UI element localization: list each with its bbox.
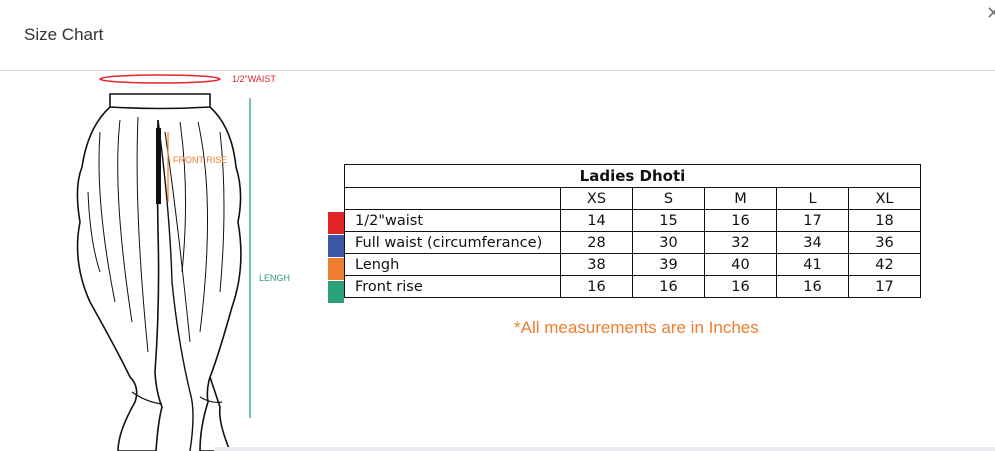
row-label: Front rise [344, 275, 561, 298]
table-row: 1/2"waist 14 15 16 17 18 [344, 209, 921, 232]
bottom-scrollbar [214, 447, 995, 451]
cell-value: 39 [632, 253, 705, 276]
cell-value: 36 [848, 231, 921, 254]
row-label: Lengh [344, 253, 561, 276]
size-header-row: XS S M L XL [344, 187, 921, 210]
length-color-marker [328, 258, 344, 280]
table-row: Lengh 38 39 40 41 42 [344, 253, 921, 276]
cell-value: 16 [632, 275, 705, 298]
cell-value: 14 [560, 209, 633, 232]
modal-title: Size Chart [24, 25, 104, 44]
cell-value: 18 [848, 209, 921, 232]
size-header: L [776, 187, 849, 210]
cell-value: 34 [776, 231, 849, 254]
cell-value: 16 [704, 275, 777, 298]
cell-value: 28 [560, 231, 633, 254]
full-waist-color-marker [328, 235, 344, 257]
waistband [109, 93, 211, 110]
front-rise-label: FRONT RISE [173, 155, 227, 165]
table-title: Ladies Dhoti [344, 164, 921, 188]
size-header: S [632, 187, 705, 210]
size-header: XL [848, 187, 921, 210]
left-leg [76, 106, 163, 451]
cell-value: 40 [704, 253, 777, 276]
table-row: Full waist (circumferance) 28 30 32 34 3… [344, 231, 921, 254]
row-label: 1/2"waist [344, 209, 561, 232]
cell-value: 16 [560, 275, 633, 298]
row-label: Full waist (circumferance) [344, 231, 561, 254]
cell-value: 38 [560, 253, 633, 276]
cell-value: 17 [848, 275, 921, 298]
modal-header: Size Chart ✕ [0, 0, 995, 71]
close-icon[interactable]: ✕ [986, 4, 995, 22]
size-header: M [704, 187, 777, 210]
length-label: LENGH [259, 273, 290, 283]
size-table: Ladies Dhoti XS S M L XL 1/2"waist 14 15… [344, 164, 921, 298]
header-blank-cell [344, 187, 561, 210]
cell-value: 30 [632, 231, 705, 254]
cell-value: 42 [848, 253, 921, 276]
table-row: Front rise 16 16 16 16 17 [344, 275, 921, 298]
front-rise-seam [156, 128, 161, 204]
size-header: XS [560, 187, 633, 210]
cell-value: 16 [704, 209, 777, 232]
cell-value: 16 [776, 275, 849, 298]
cell-value: 41 [776, 253, 849, 276]
dhoti-illustration: 1/2"WAIST FRONT RISE LENGH [76, 74, 290, 451]
cell-value: 32 [704, 231, 777, 254]
measurement-note: *All measurements are in Inches [514, 318, 759, 337]
front-rise-color-marker [328, 281, 344, 303]
waist-color-marker [328, 212, 344, 234]
table-title-row: Ladies Dhoti [344, 164, 921, 188]
waist-label: 1/2"WAIST [232, 74, 276, 84]
cell-value: 15 [632, 209, 705, 232]
cell-value: 17 [776, 209, 849, 232]
waist-indicator [99, 74, 221, 84]
